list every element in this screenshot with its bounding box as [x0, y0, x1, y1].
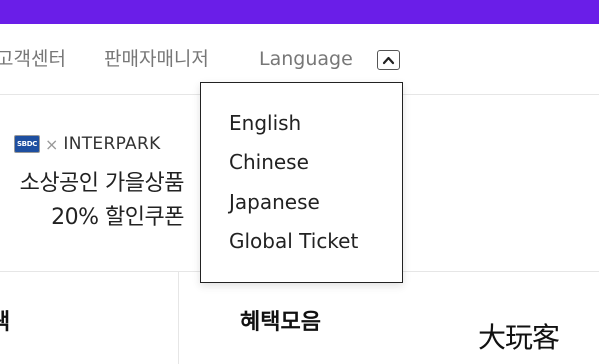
language-option-english[interactable]: English — [229, 110, 301, 136]
seller-manager-link[interactable]: 판매자매니저 — [104, 46, 209, 72]
top-color-bar — [0, 0, 599, 24]
language-link[interactable]: Language — [259, 46, 353, 72]
promo-headline: 소상공인 가을상품 — [19, 171, 185, 196]
interpark-logo: INTERPARK — [63, 134, 161, 154]
left-section: 색 — [0, 272, 179, 364]
language-option-japanese[interactable]: Japanese — [229, 189, 320, 215]
watermark-text: 大玩客 — [478, 321, 560, 354]
left-section-title: 색 — [0, 310, 11, 335]
customer-center-link[interactable]: 고객센터 — [0, 46, 66, 72]
benefits-section-title: 혜택모음 — [240, 310, 321, 335]
chevron-up-icon — [382, 56, 395, 65]
language-option-chinese[interactable]: Chinese — [229, 149, 309, 175]
language-dropdown: English Chinese Japanese Global Ticket — [200, 82, 403, 283]
language-option-global-ticket[interactable]: Global Ticket — [229, 228, 358, 254]
promo-subheadline: 20% 할인쿠폰 — [51, 205, 184, 230]
sbdc-logo: SBDC — [14, 135, 40, 153]
promo-logos: SBDC × INTERPARK — [14, 133, 161, 155]
language-toggle-button[interactable] — [377, 50, 400, 70]
collab-x-mark: × — [45, 134, 59, 154]
